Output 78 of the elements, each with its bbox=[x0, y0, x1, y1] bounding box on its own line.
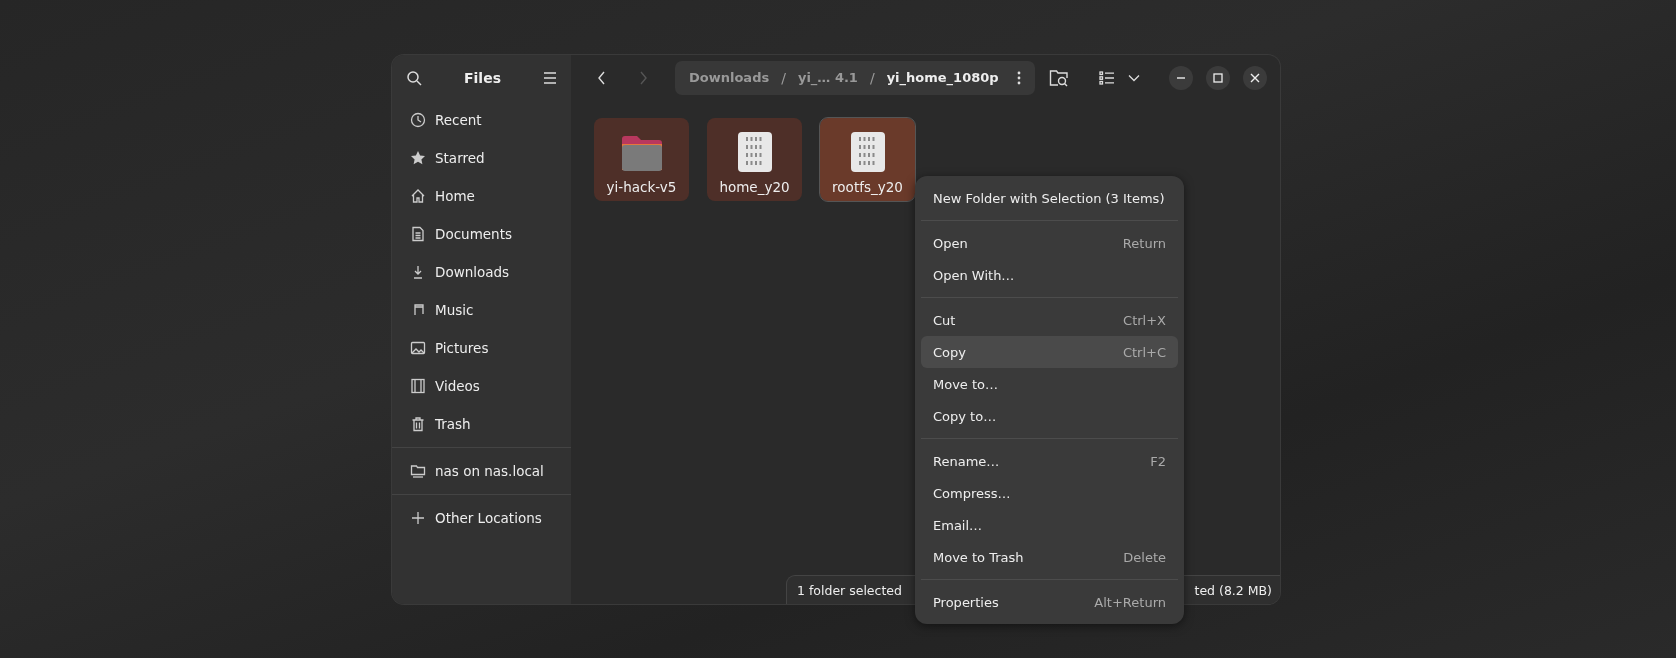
path-separator: / bbox=[869, 69, 875, 86]
path-segment[interactable]: yi_… 4.1 bbox=[797, 70, 858, 85]
shortcut-label: Ctrl+X bbox=[1123, 312, 1166, 328]
sidebar-item[interactable]: Other Locations bbox=[398, 499, 565, 537]
home-icon bbox=[410, 188, 426, 204]
chevron-left-icon bbox=[597, 70, 607, 85]
menu-label: Copy to… bbox=[933, 408, 997, 424]
menu-label: Email… bbox=[933, 517, 983, 533]
sidebar-item[interactable]: Trash bbox=[398, 405, 565, 443]
menu-item[interactable]: New Folder with Selection (3 Items) bbox=[921, 182, 1178, 214]
close-icon bbox=[1250, 72, 1260, 83]
file-item[interactable]: home_y20 bbox=[707, 118, 802, 201]
close-button[interactable] bbox=[1243, 65, 1267, 90]
network-icon bbox=[410, 463, 426, 479]
status-text: ted (8.2 MB) bbox=[1194, 582, 1272, 598]
more-options-icon[interactable] bbox=[1017, 70, 1021, 85]
sidebar-item[interactable]: Downloads bbox=[398, 253, 565, 291]
folder-icon bbox=[619, 133, 664, 173]
menu-item[interactable]: Copy to… bbox=[921, 400, 1178, 432]
path-separator: / bbox=[781, 69, 786, 86]
menu-item[interactable]: Properties Alt+Return bbox=[921, 586, 1178, 618]
menu-item[interactable]: Open Return bbox=[921, 227, 1178, 259]
menu-label: Copy bbox=[933, 344, 966, 360]
search-icon[interactable] bbox=[406, 69, 422, 86]
folder-search-icon[interactable] bbox=[1049, 68, 1069, 87]
sidebar-item[interactable]: Home bbox=[398, 177, 565, 215]
menu-label: Cut bbox=[933, 312, 956, 328]
binary-file-icon bbox=[849, 131, 886, 173]
menu-item[interactable]: Cut Ctrl+X bbox=[921, 304, 1178, 336]
star-icon bbox=[410, 150, 426, 166]
status-text: 1 folder selected bbox=[797, 582, 902, 598]
sidebar-item[interactable]: Starred bbox=[398, 139, 565, 177]
menu-label: Open bbox=[933, 235, 968, 251]
menu-item[interactable]: Open With… bbox=[921, 259, 1178, 291]
path-segment[interactable]: yi_home_1080p bbox=[886, 70, 999, 85]
chevron-down-icon[interactable] bbox=[1128, 73, 1140, 82]
menu-label: Properties bbox=[933, 594, 999, 610]
menu-item[interactable]: Compress… bbox=[921, 477, 1178, 509]
video-icon bbox=[410, 378, 426, 394]
app-title: Files bbox=[464, 69, 501, 86]
list-view-icon[interactable] bbox=[1099, 70, 1115, 85]
minimize-button[interactable] bbox=[1169, 65, 1193, 90]
menu-label: New Folder with Selection (3 Items) bbox=[933, 190, 1165, 206]
maximize-button[interactable] bbox=[1206, 65, 1230, 90]
trash-icon bbox=[410, 416, 426, 432]
doc-icon bbox=[410, 226, 426, 242]
binary-file-icon bbox=[736, 131, 773, 173]
menu-item[interactable]: Move to Trash Delete bbox=[921, 541, 1178, 573]
file-item[interactable]: rootfs_y20 bbox=[820, 118, 915, 201]
sidebar-item[interactable]: Documents bbox=[398, 215, 565, 253]
sidebar-item[interactable]: Recent bbox=[398, 101, 565, 139]
minimize-icon bbox=[1176, 76, 1186, 79]
menu-item[interactable]: Move to… bbox=[921, 368, 1178, 400]
sidebar-item[interactable]: Pictures bbox=[398, 329, 565, 367]
shortcut-label: Alt+Return bbox=[1094, 594, 1166, 610]
sidebar-item[interactable]: Music bbox=[398, 291, 565, 329]
menu-label: Rename… bbox=[933, 453, 1000, 469]
menu-label: Compress… bbox=[933, 485, 1011, 501]
sidebar-item[interactable]: Videos bbox=[398, 367, 565, 405]
menu-label: Open With… bbox=[933, 267, 1015, 283]
menu-icon[interactable] bbox=[543, 71, 557, 84]
shortcut-label: Delete bbox=[1123, 549, 1166, 565]
shortcut-label: Return bbox=[1122, 235, 1166, 251]
chevron-right-icon bbox=[638, 70, 648, 85]
sidebar-item[interactable]: nas on nas.local bbox=[398, 452, 565, 490]
shortcut-label: Ctrl+C bbox=[1122, 344, 1166, 360]
file-item[interactable]: yi-hack-v5 bbox=[594, 118, 689, 201]
plus-icon bbox=[410, 510, 426, 526]
picture-icon bbox=[410, 340, 426, 356]
menu-label: Move to Trash bbox=[933, 549, 1024, 565]
menu-label: Move to… bbox=[933, 376, 999, 392]
maximize-icon bbox=[1213, 72, 1223, 83]
menu-item[interactable]: Email… bbox=[921, 509, 1178, 541]
path-segment[interactable]: Downloads bbox=[689, 70, 770, 85]
menu-item[interactable]: Copy Ctrl+C bbox=[921, 336, 1178, 368]
clock-icon bbox=[410, 112, 426, 128]
menu-item[interactable]: Rename… F2 bbox=[921, 445, 1178, 477]
shortcut-label: F2 bbox=[1150, 453, 1166, 469]
